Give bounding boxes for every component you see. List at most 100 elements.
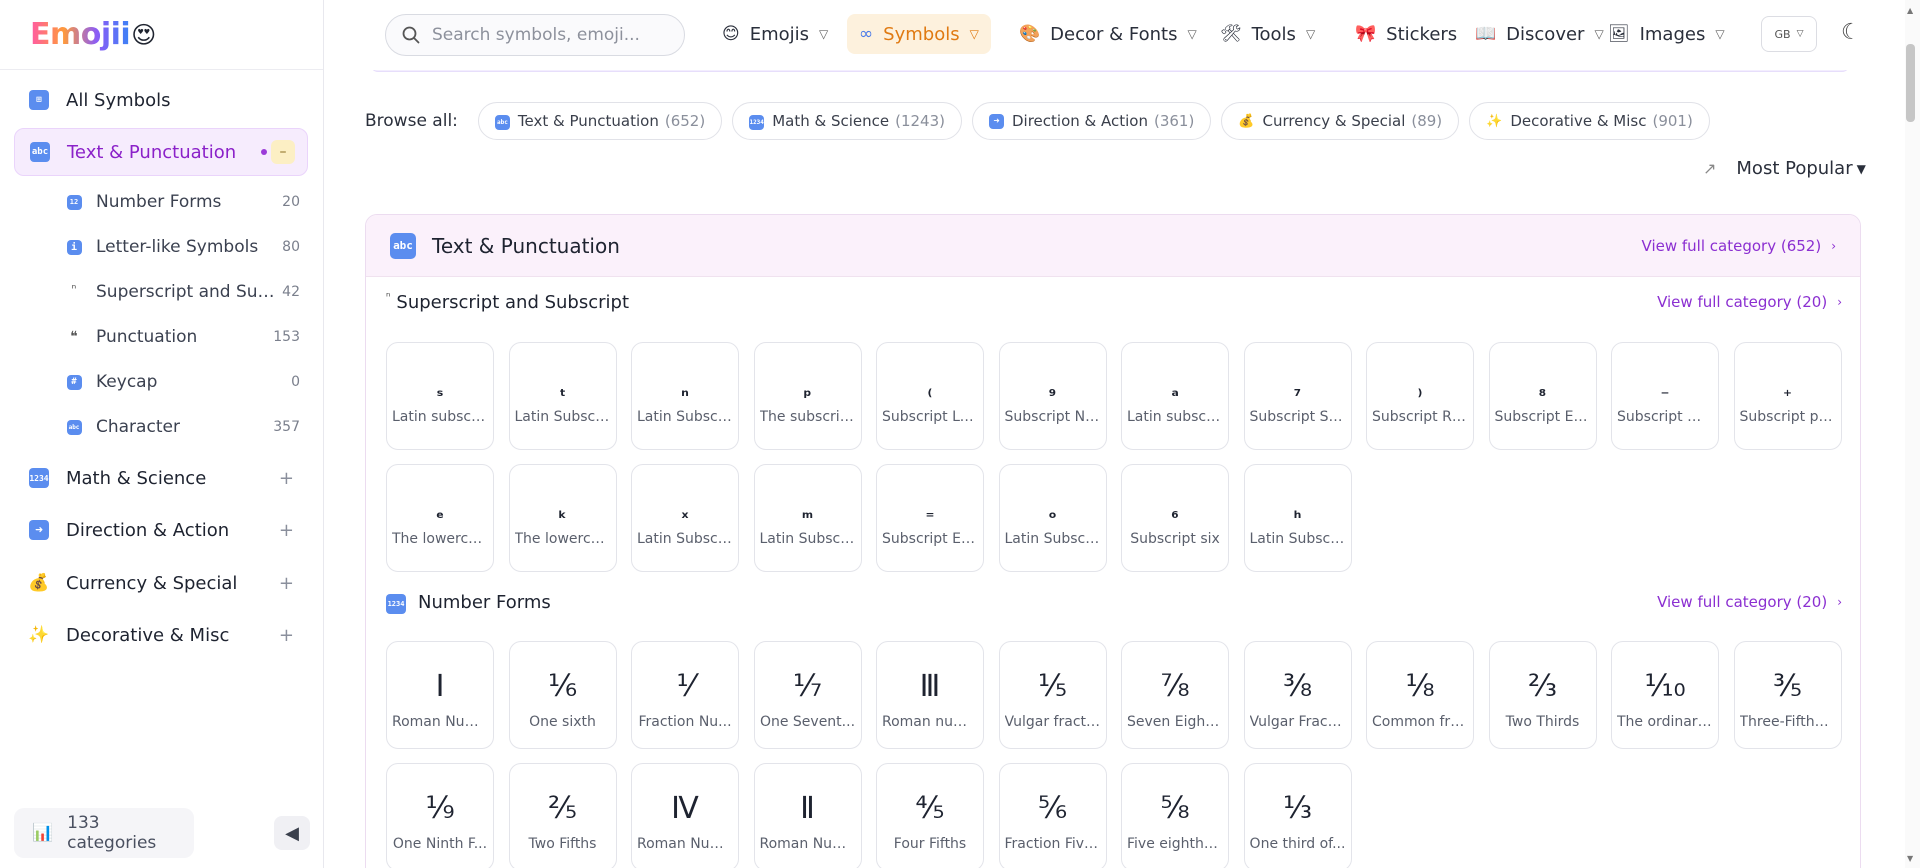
view-full-category-link[interactable]: View full category (20) › — [1657, 593, 1842, 611]
nav-stickers[interactable]: 🎀 Stickers — [1343, 14, 1469, 54]
moon-icon[interactable]: ☾ — [1841, 20, 1861, 45]
symbol-glyph: ₇ — [1293, 381, 1302, 401]
sidebar-item-all-symbols[interactable]: ⊞ All Symbols — [14, 76, 308, 124]
symbol-tile[interactable]: ₖ The lowerca... — [508, 464, 617, 572]
symbol-tile[interactable]: ₊ Subscript pl... — [1733, 342, 1842, 450]
symbol-tile[interactable]: ⅜ Vulgar Fracti... — [1243, 641, 1352, 749]
sidebar-subitem-keycap[interactable]: # Keycap 0 — [66, 362, 300, 402]
symbol-tile[interactable]: ₙ Latin Subscri... — [631, 342, 739, 450]
chip-currency-special[interactable]: 💰 Currency & Special (89) — [1221, 102, 1460, 140]
symbol-tile[interactable]: ₚ The subscrip... — [753, 342, 862, 450]
nav-symbols[interactable]: ∞ Symbols ▽ — [847, 14, 991, 54]
scrollbar-thumb[interactable] — [1906, 44, 1915, 122]
symbol-glyph: ₋ — [1660, 381, 1670, 401]
nav-discover[interactable]: 📖 Discover ▽ — [1463, 14, 1616, 54]
symbol-name: One sixth — [529, 714, 596, 730]
scrollbar[interactable] — [1905, 0, 1920, 868]
symbol-tile[interactable]: ⅖ Two Fifths — [508, 763, 617, 868]
sidebar-subitem-punctuation[interactable]: ❝ Punctuation 153 — [66, 317, 300, 357]
expand-icon[interactable]: + — [279, 520, 294, 541]
symbol-tile[interactable]: ₓ Latin Subscri... — [631, 464, 739, 572]
sidebar-item-currency-special[interactable]: 💰 Currency & Special + — [14, 559, 308, 607]
symbol-name: Subscript Ri... — [1372, 409, 1468, 425]
trending-up-icon: ↗ — [1703, 159, 1717, 178]
symbol-tile[interactable]: ₕ Latin Subscri... — [1243, 464, 1352, 572]
expand-icon[interactable]: + — [279, 468, 294, 489]
sidebar-subitem-superscript-subscript[interactable]: ⁿ Superscript and Subscript 42 — [66, 272, 300, 312]
search-box[interactable] — [385, 14, 685, 56]
symbol-tile[interactable]: ⅞ Seven Eighths — [1121, 641, 1229, 749]
nav-decor-fonts[interactable]: 🎨 Decor & Fonts ▽ — [1007, 14, 1209, 54]
language-selector[interactable]: GB ▽ — [1761, 16, 1817, 52]
sort-dropdown[interactable]: ↗ Most Popular ▼ — [1703, 158, 1866, 179]
symbol-tile[interactable]: ₐ Latin subscri... — [1121, 342, 1229, 450]
symbol-tile[interactable]: ₎ Subscript Ri... — [1366, 342, 1474, 450]
symbol-tile[interactable]: ⅑ One Ninth F... — [386, 763, 494, 868]
view-full-category-link[interactable]: View full category (20) › — [1657, 293, 1842, 311]
symbol-tile[interactable]: ⅕ Vulgar fracti... — [998, 641, 1107, 749]
chip-text-punctuation[interactable]: abc Text & Punctuation (652) — [477, 102, 723, 140]
chevron-down-icon: ▽ — [1796, 29, 1804, 39]
view-full-category-link[interactable]: View full category (652) › — [1642, 237, 1836, 255]
symbol-tile[interactable]: ₇ Subscript Se... — [1243, 342, 1352, 450]
symbol-tile[interactable]: ⅙ One sixth — [508, 641, 617, 749]
chip-direction-action[interactable]: ➜ Direction & Action (361) — [971, 102, 1212, 140]
collapse-sidebar-button[interactable]: ◀ — [274, 816, 310, 850]
symbol-tile[interactable]: ⅓ One third of... — [1243, 763, 1352, 868]
symbol-tile[interactable]: ⅚ Fraction Five... — [998, 763, 1107, 868]
symbol-name: Latin Subscri... — [514, 409, 611, 425]
symbol-tile[interactable]: ⅝ Five eighths ... — [1121, 763, 1229, 868]
symbol-tile[interactable]: ⅐ One Sevent... — [753, 641, 862, 749]
symbol-tile[interactable]: ₋ Subscript Mi... — [1611, 342, 1719, 450]
symbol-tile[interactable]: ₘ Latin Subscri... — [753, 464, 862, 572]
symbol-tile[interactable]: ⅘ Four Fifths — [876, 763, 984, 868]
symbol-tile[interactable]: ₆ Subscript six — [1121, 464, 1229, 572]
search-input[interactable] — [432, 25, 672, 45]
nav-emojis[interactable]: 😊 Emojis ▽ — [710, 14, 840, 54]
chip-decorative-misc[interactable]: ✨ Decorative & Misc (901) — [1469, 102, 1710, 140]
collapse-category-button[interactable]: – — [271, 140, 295, 164]
symbol-tile[interactable]: ₛ Latin subscri... — [386, 342, 494, 450]
sidebar-subitem-number-forms[interactable]: 12 Number Forms 20 — [66, 182, 300, 222]
sidebar-subitem-count: 20 — [282, 194, 300, 210]
symbol-glyph: Ⅰ — [435, 669, 445, 704]
symbol-tile[interactable]: ⅟ Fraction Nu... — [631, 641, 739, 749]
scroll-up-arrow-icon[interactable]: ▲ — [1907, 6, 1913, 15]
symbol-tile[interactable]: ⅛ Common fra... — [1366, 641, 1474, 749]
symbol-name: Latin Subscri... — [637, 531, 733, 547]
symbol-tile[interactable]: ₉ Subscript Ni... — [998, 342, 1107, 450]
nav-tools[interactable]: 🛠 Tools ▽ — [1208, 14, 1327, 54]
symbol-tile[interactable]: ₒ Latin Subscri... — [998, 464, 1107, 572]
symbol-tile[interactable]: Ⅲ Roman num... — [876, 641, 984, 749]
symbol-tile[interactable]: ₑ The lowerca... — [386, 464, 494, 572]
sidebar-item-decorative-misc[interactable]: ✨ Decorative & Misc + — [14, 611, 308, 659]
scroll-down-arrow-icon[interactable]: ▼ — [1907, 854, 1913, 863]
symbol-tile[interactable]: Ⅱ Roman Num... — [753, 763, 862, 868]
logo[interactable]: Emojii 😍 — [0, 0, 323, 70]
chevron-right-icon: › — [1837, 295, 1842, 309]
symbol-name: Subscript Le... — [882, 409, 978, 425]
chevron-down-icon: ▽ — [1187, 27, 1197, 41]
symbol-tile[interactable]: ⅔ Two Thirds — [1488, 641, 1597, 749]
expand-icon[interactable]: + — [279, 573, 294, 594]
sidebar-subitem-character[interactable]: abc Character 357 — [66, 407, 300, 447]
chip-math-science[interactable]: 1234 Math & Science (1243) — [732, 102, 962, 140]
symbol-tile[interactable]: ⅒ The ordinary... — [1611, 641, 1719, 749]
sidebar-item-text-punctuation[interactable]: abc Text & Punctuation – — [14, 128, 308, 176]
symbol-tile[interactable]: ₜ Latin Subscri... — [508, 342, 617, 450]
nav-images[interactable]: 🖼 Images ▽ — [1596, 14, 1737, 54]
symbol-tile[interactable]: ₈ Subscript Ei... — [1488, 342, 1597, 450]
symbol-tile[interactable]: Ⅳ Roman Num... — [631, 763, 739, 868]
symbol-tile[interactable]: Ⅰ Roman Num... — [386, 641, 494, 749]
symbol-name: Roman num... — [882, 714, 978, 730]
sidebar-subitem-letter-like-symbols[interactable]: i Letter-like Symbols 80 — [66, 227, 300, 267]
symbol-name: Subscript Ni... — [1004, 409, 1101, 425]
sidebar-item-direction-action[interactable]: ➜ Direction & Action + — [14, 506, 308, 554]
symbol-tile[interactable]: ₍ Subscript Le... — [876, 342, 984, 450]
chip-label: Direction & Action — [1011, 112, 1148, 130]
sparkles-icon: ✨ — [1486, 113, 1503, 129]
symbol-tile[interactable]: ₌ Subscript Eq... — [876, 464, 984, 572]
expand-icon[interactable]: + — [279, 625, 294, 646]
symbol-tile[interactable]: ⅗ Three-Fifths ... — [1733, 641, 1842, 749]
sidebar-item-math-science[interactable]: 1234 Math & Science + — [14, 454, 308, 502]
